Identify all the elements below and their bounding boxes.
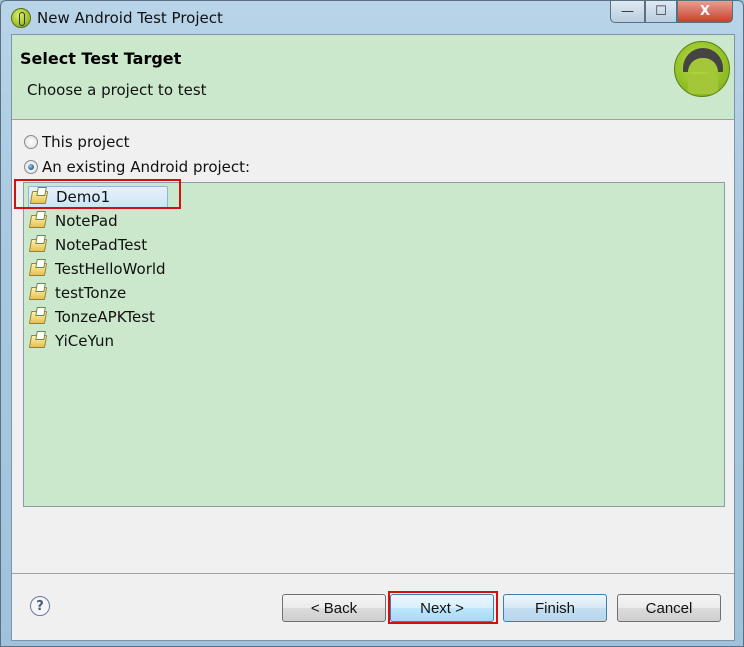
project-label: TestHelloWorld [55,260,166,278]
radio-label: An existing Android project: [42,158,251,176]
project-folder-icon [28,286,48,300]
radio-selected-icon[interactable] [24,160,38,174]
close-button[interactable]: X [677,1,733,23]
project-item-testhelloworld[interactable]: TestHelloWorld [28,258,166,280]
project-label: testTonze [55,284,127,302]
project-item-yiceyun[interactable]: YiCeYun [28,330,114,352]
maximize-button[interactable]: ☐ [645,1,677,23]
project-label: NotePadTest [55,236,148,254]
back-button[interactable]: < Back [282,594,386,622]
project-folder-icon [28,310,48,324]
dialog-window: New Android Test Project — ☐ X Select Te… [0,0,744,647]
project-folder-icon [28,238,48,252]
project-item-notepadtest[interactable]: NotePadTest [28,234,147,256]
highlight-next-button [388,591,498,624]
radio-label: This project [42,133,130,151]
project-folder-icon [28,214,48,228]
minimize-button[interactable]: — [610,1,645,23]
project-item-notepad[interactable]: NotePad [28,210,118,232]
project-item-testtonze[interactable]: testTonze [28,282,126,304]
project-folder-icon [28,334,48,348]
finish-button[interactable]: Finish [503,594,607,622]
android-logo-icon [674,41,730,97]
radio-icon[interactable] [24,135,38,149]
project-label: NotePad [55,212,118,230]
page-description: Choose a project to test [27,81,207,99]
dialog-content: Select Test Target Choose a project to t… [11,34,735,641]
wizard-header: Select Test Target Choose a project to t… [12,35,734,120]
project-label: TonzeAPKTest [55,308,155,326]
project-item-tonzeapktest[interactable]: TonzeAPKTest [28,306,155,328]
project-list[interactable]: Demo1 NotePad NotePadTest TestHelloWorld… [23,182,725,507]
eclipse-app-icon [11,8,31,28]
cancel-button[interactable]: Cancel [617,594,721,622]
project-folder-icon [28,262,48,276]
radio-existing-project[interactable]: An existing Android project: [24,158,250,176]
page-title: Select Test Target [20,49,182,68]
project-label: YiCeYun [55,332,114,350]
highlight-demo1 [14,179,181,209]
radio-this-project[interactable]: This project [24,133,129,151]
help-icon[interactable]: ? [30,596,50,616]
window-title: New Android Test Project [37,9,223,27]
divider [12,573,734,574]
